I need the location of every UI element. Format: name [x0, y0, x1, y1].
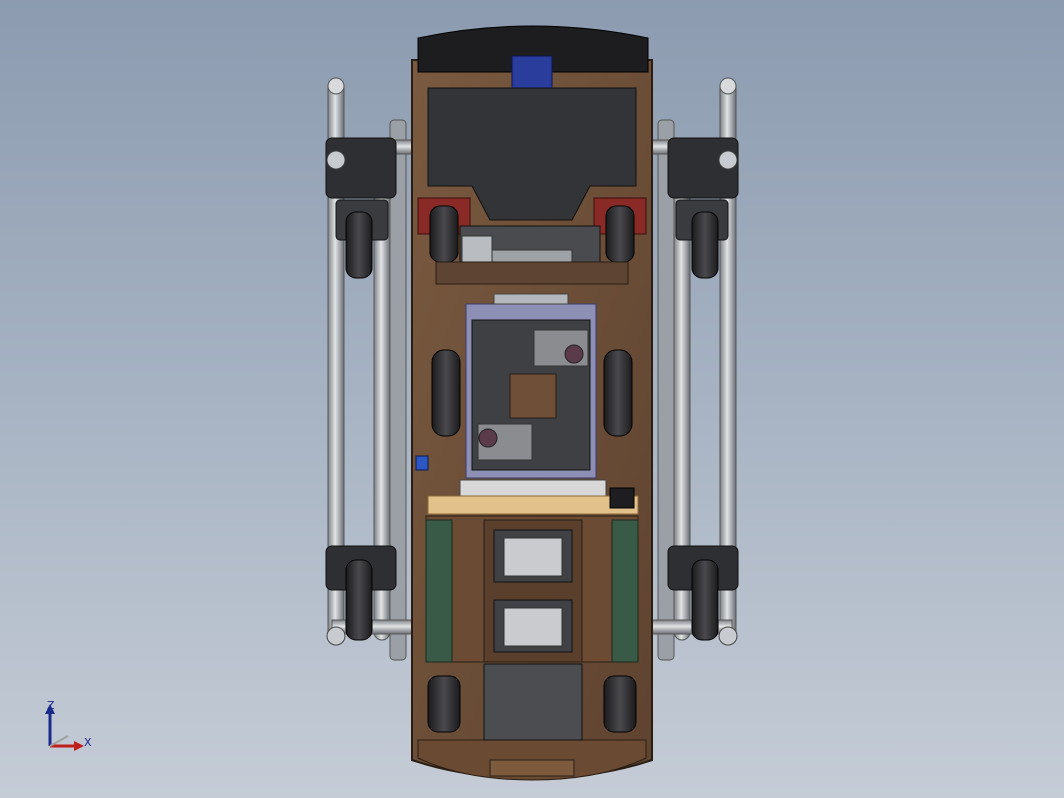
center-electronics-bay: [465, 293, 597, 479]
steering-gear-assembly: [435, 225, 629, 285]
x-axis-label: X: [84, 736, 92, 749]
rear-module: [483, 663, 583, 741]
rear-battery-bay: [425, 515, 639, 663]
cad-viewport[interactable]: Z X: [0, 0, 1064, 798]
robot-model-top-view[interactable]: [0, 0, 1064, 798]
rear-crossbar: [427, 479, 639, 515]
coordinate-triad: Z X: [45, 699, 92, 751]
front-motor-block: [511, 55, 553, 89]
blue-connector: [415, 455, 429, 471]
z-axis-label: Z: [47, 699, 55, 712]
